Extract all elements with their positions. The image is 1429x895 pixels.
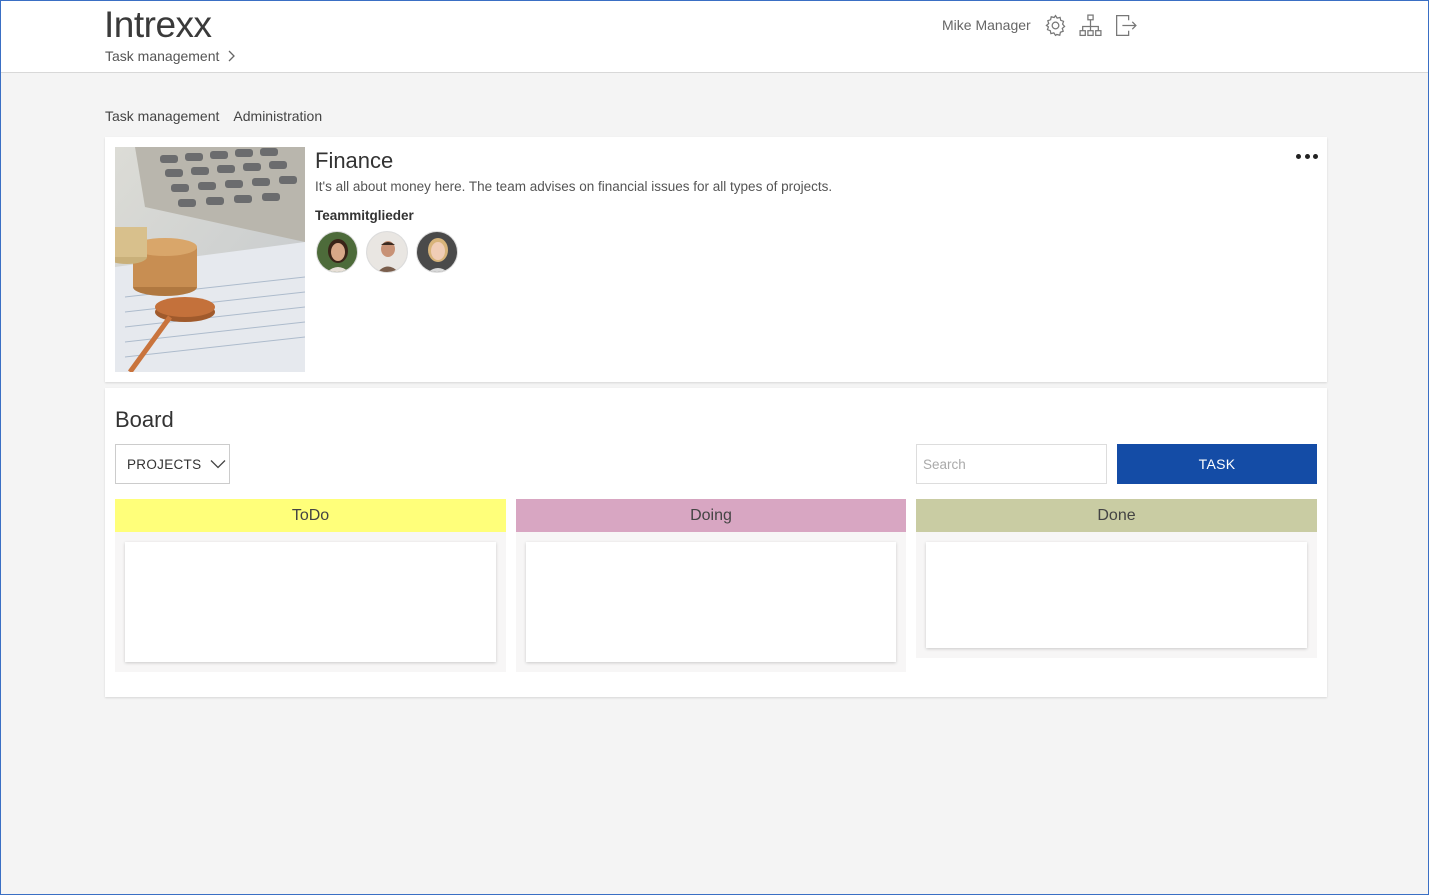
logout-icon[interactable]: [1113, 12, 1139, 38]
team-title: Finance: [315, 148, 394, 173]
team-description: It's all about money here. The team advi…: [315, 179, 833, 194]
team-image: [115, 147, 305, 372]
chevron-down-icon: [210, 460, 226, 469]
user-area: Mike Manager: [942, 12, 1148, 38]
breadcrumb[interactable]: Task management: [105, 48, 237, 64]
avatar[interactable]: [316, 231, 358, 273]
column-body: [516, 532, 906, 672]
column-header[interactable]: Done: [916, 499, 1317, 532]
settings-icon[interactable]: [1043, 12, 1069, 38]
intrexx-logo[interactable]: Intrexx: [104, 4, 212, 46]
sitemap-icon[interactable]: [1078, 12, 1104, 38]
breadcrumb-item[interactable]: Task management: [105, 48, 219, 64]
projects-label: PROJECTS: [127, 456, 202, 472]
search-input[interactable]: [916, 444, 1107, 484]
avatar[interactable]: [366, 231, 408, 273]
subnav-task-management[interactable]: Task management: [105, 108, 219, 124]
user-name[interactable]: Mike Manager: [942, 17, 1031, 33]
sub-navigation: Task management Administration: [105, 108, 322, 124]
column-card[interactable]: [125, 542, 496, 662]
add-task-button[interactable]: TASK: [1117, 444, 1317, 484]
column-header[interactable]: Doing: [516, 499, 906, 532]
column-done: Done: [916, 499, 1317, 658]
board-title: Board: [115, 407, 174, 432]
app-header: Intrexx Task management Mike Manager: [0, 0, 1429, 73]
subnav-administration[interactable]: Administration: [233, 108, 322, 124]
projects-dropdown[interactable]: PROJECTS: [115, 444, 230, 484]
column-card[interactable]: [526, 542, 896, 662]
column-card[interactable]: [926, 542, 1307, 648]
team-members-label: Teammitglieder: [315, 208, 414, 223]
column-body: [115, 532, 506, 672]
column-doing: Doing: [516, 499, 906, 672]
board-panel: Board PROJECTS TASK ToDo Doing Done: [105, 388, 1327, 697]
column-header[interactable]: ToDo: [115, 499, 506, 532]
more-options-icon[interactable]: [1296, 149, 1318, 163]
column-body: [916, 532, 1317, 658]
chevron-right-icon: [228, 50, 236, 62]
column-todo: ToDo: [115, 499, 506, 672]
team-members: [316, 231, 458, 273]
avatar[interactable]: [416, 231, 458, 273]
team-card: Finance It's all about money here. The t…: [105, 137, 1327, 382]
